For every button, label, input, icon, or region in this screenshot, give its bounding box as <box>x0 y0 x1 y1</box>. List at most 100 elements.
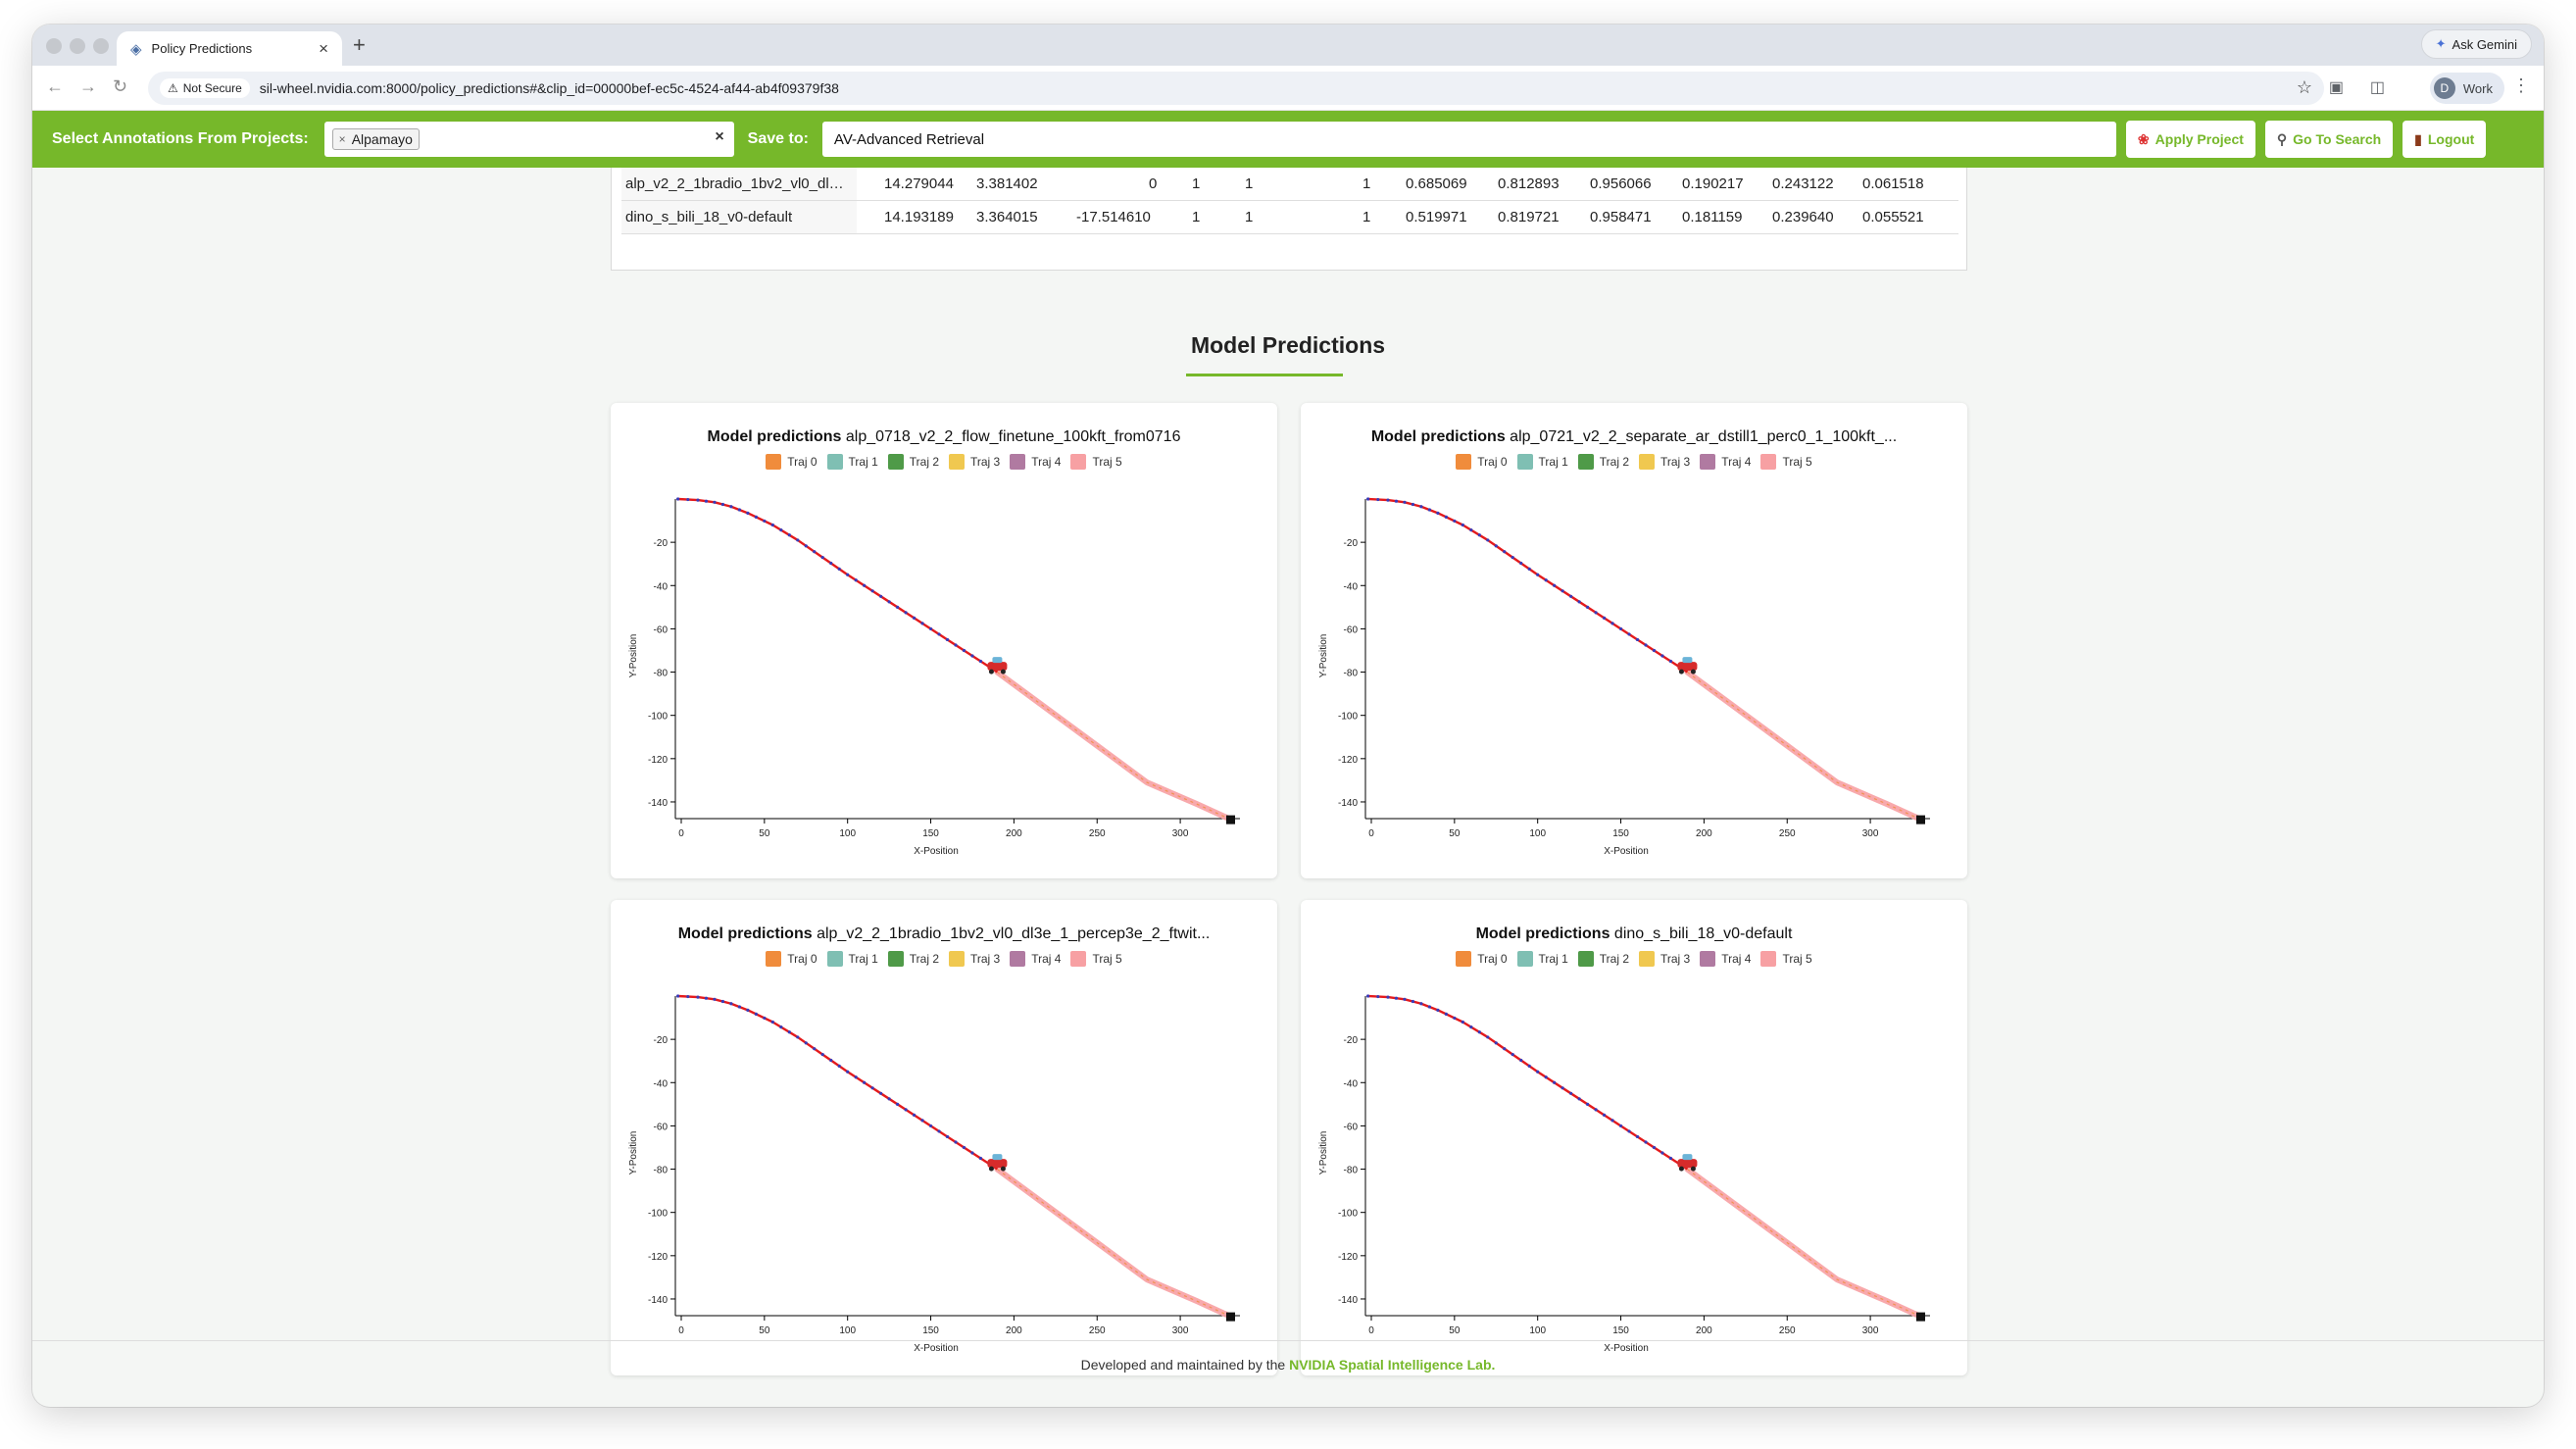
legend-item[interactable]: Traj 3 <box>949 454 1000 470</box>
history-point <box>904 611 908 615</box>
legend-item[interactable]: Traj 5 <box>1760 951 1812 967</box>
table-cell: 0.181159 <box>1682 209 1743 225</box>
tab-title: Policy Predictions <box>151 41 253 56</box>
legend-item[interactable]: Traj 2 <box>1577 454 1629 470</box>
history-point <box>1560 589 1564 593</box>
logout-button[interactable]: ▮ Logout <box>2403 121 2487 158</box>
legend-item[interactable]: Traj 4 <box>1700 951 1751 967</box>
history-point <box>945 1134 950 1139</box>
chart-title: Model predictions alp_v2_2_1bradio_1bv2_… <box>611 925 1277 943</box>
history-point <box>920 1119 924 1123</box>
legend-item[interactable]: Traj 2 <box>1577 951 1629 967</box>
legend-item[interactable]: Traj 5 <box>1070 454 1122 470</box>
y-tick-label: -20 <box>654 1035 669 1046</box>
legend-item[interactable]: Traj 4 <box>1010 951 1061 967</box>
x-tick-label: 200 <box>1696 1325 1712 1336</box>
legend-swatch <box>1760 454 1777 470</box>
footer-divider <box>32 1340 2544 1341</box>
select-projects-label: Select Annotations From Projects: <box>52 130 309 147</box>
chip-remove-icon[interactable]: × <box>339 132 346 146</box>
bookmark-star-icon[interactable]: ☆ <box>2297 77 2312 98</box>
legend-item[interactable]: Traj 1 <box>1516 454 1568 470</box>
history-point <box>962 1145 966 1150</box>
legend-item[interactable]: Traj 0 <box>766 454 817 470</box>
x-tick-label: 250 <box>1779 1325 1796 1336</box>
apply-project-button[interactable]: ❀ Apply Project <box>2125 121 2255 158</box>
clear-projects-icon[interactable]: × <box>715 128 723 146</box>
legend-item[interactable]: Traj 0 <box>1456 951 1508 967</box>
history-point <box>1419 505 1423 509</box>
footer-lab-link[interactable]: NVIDIA Spatial Intelligence Lab. <box>1289 1357 1495 1373</box>
history-point <box>1486 1035 1490 1039</box>
legend-item[interactable]: Traj 3 <box>1639 951 1690 967</box>
legend-item[interactable]: Traj 4 <box>1700 454 1751 470</box>
y-tick-label: -140 <box>1338 798 1358 809</box>
project-multiselect[interactable]: × Alpamayo × <box>323 122 734 157</box>
window-zoom-dot[interactable] <box>93 38 109 54</box>
y-tick-label: -60 <box>654 625 669 635</box>
window-minimize-dot[interactable] <box>70 38 85 54</box>
history-point <box>1594 611 1598 615</box>
not-secure-label: Not Secure <box>182 81 242 95</box>
x-tick-label: 250 <box>1779 828 1796 839</box>
legend-item[interactable]: Traj 3 <box>1639 454 1690 470</box>
history-point <box>1668 1156 1673 1161</box>
history-point <box>1436 511 1440 515</box>
history-point <box>1411 999 1415 1004</box>
legend-item[interactable]: Traj 2 <box>887 951 939 967</box>
legend-item[interactable]: Traj 0 <box>766 951 817 967</box>
table-cell: 3.364015 <box>976 209 1038 225</box>
y-tick-label: -20 <box>1344 538 1359 549</box>
legend-item[interactable]: Traj 0 <box>1456 454 1508 470</box>
y-axis-label: Y-Position <box>628 634 639 678</box>
x-axis-label: X-Position <box>1604 1343 1649 1354</box>
project-chip[interactable]: × Alpamayo <box>331 128 420 150</box>
browser-menu-kebab-icon[interactable]: ⋮ <box>2512 75 2530 96</box>
legend-item[interactable]: Traj 5 <box>1760 454 1812 470</box>
side-panel-icon[interactable]: ◫ <box>2370 77 2385 97</box>
ask-gemini-button[interactable]: ✦ Ask Gemini <box>2420 29 2532 59</box>
browser-window: ◈ Policy Predictions × + ✦ Ask Gemini ← … <box>32 25 2544 1407</box>
table-cell: 3.381402 <box>976 175 1038 192</box>
legend-item[interactable]: Traj 3 <box>949 951 1000 967</box>
not-secure-badge[interactable]: ⚠ Not Secure <box>160 78 250 98</box>
browser-tab-policy-predictions[interactable]: ◈ Policy Predictions × <box>117 31 342 66</box>
window-close-dot[interactable] <box>46 38 62 54</box>
history-point <box>1394 996 1399 1000</box>
tab-close-icon[interactable]: × <box>319 39 328 59</box>
history-point <box>1519 561 1523 566</box>
chart-title-model: alp_0721_v2_2_separate_ar_dstill1_perc0_… <box>1505 428 1898 445</box>
history-point <box>686 994 690 999</box>
legend-item[interactable]: Traj 1 <box>1516 951 1568 967</box>
legend-swatch <box>1070 454 1087 470</box>
history-point <box>1569 594 1573 598</box>
car-window <box>1682 657 1693 664</box>
legend-item[interactable]: Traj 5 <box>1070 951 1122 967</box>
new-tab-button[interactable]: + <box>353 32 366 58</box>
history-point <box>1444 515 1448 519</box>
prediction-traj-band <box>994 669 1233 823</box>
legend-swatch <box>949 454 965 470</box>
legend-item[interactable]: Traj 1 <box>826 951 878 967</box>
history-point <box>746 1008 750 1012</box>
history-point <box>1668 659 1673 664</box>
history-point <box>1427 508 1431 512</box>
history-point <box>1366 497 1370 501</box>
back-arrow-icon[interactable]: ← <box>46 76 64 97</box>
legend-item[interactable]: Traj 4 <box>1010 454 1061 470</box>
car-wheel <box>1678 1166 1684 1172</box>
url-omnibox[interactable]: ⚠ Not Secure sil-wheel.nvidia.com:8000/p… <box>148 72 2324 105</box>
history-point <box>1610 1119 1614 1123</box>
prediction-card: Model predictions dino_s_bili_18_v0-defa… <box>1301 900 1967 1375</box>
go-to-search-button[interactable]: ⚲ Go To Search <box>2264 121 2394 158</box>
reload-icon[interactable]: ↻ <box>113 76 127 97</box>
extensions-puzzle-icon[interactable]: ▣ <box>2329 77 2344 97</box>
legend-item[interactable]: Traj 2 <box>887 454 939 470</box>
table-cell: 0.685069 <box>1406 175 1467 192</box>
history-point <box>1511 555 1514 560</box>
profile-work-button[interactable]: D Work <box>2429 73 2504 104</box>
forward-arrow-icon[interactable]: → <box>79 76 97 97</box>
save-to-input[interactable]: AV-Advanced Retrieval <box>821 122 2116 157</box>
legend-item[interactable]: Traj 1 <box>826 454 878 470</box>
chart-legend: Traj 0 Traj 1 Traj 2 Traj 3 Traj 4 Traj 5 <box>611 454 1277 470</box>
